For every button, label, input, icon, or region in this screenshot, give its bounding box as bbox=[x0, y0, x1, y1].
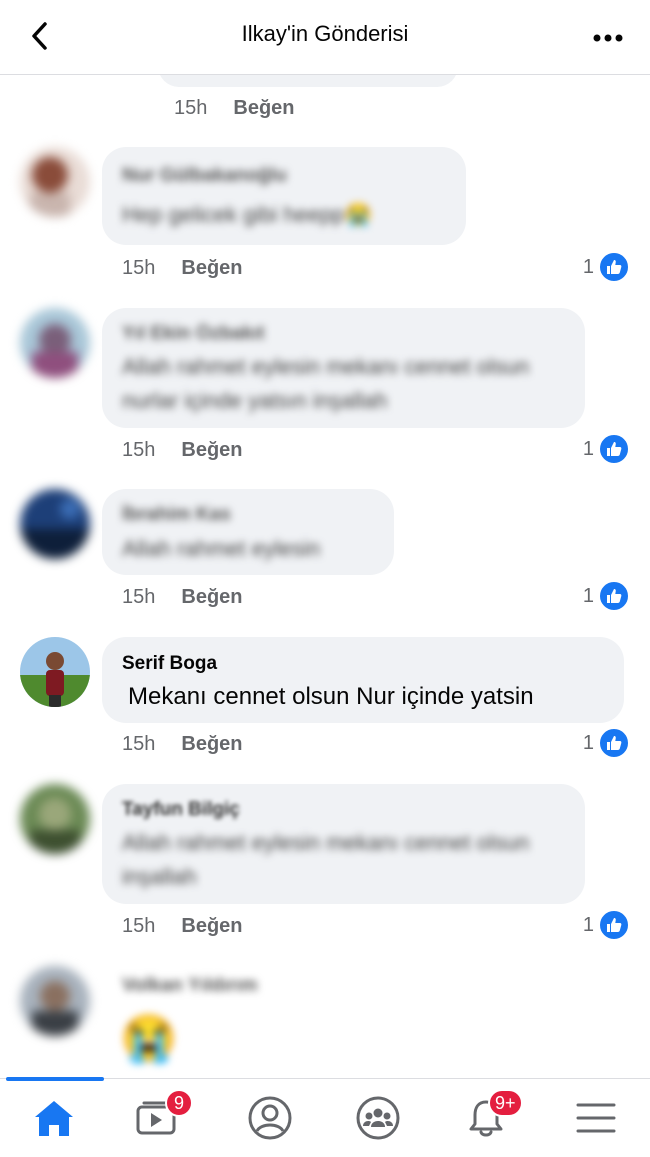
menu-icon bbox=[576, 1103, 616, 1133]
comment-text: Mekanı cennet olsun Nur içinde yatsin bbox=[128, 683, 534, 710]
tab-notifications[interactable]: 9+ bbox=[432, 1079, 540, 1157]
comment-meta: 15h Beğen bbox=[122, 257, 243, 280]
thumbs-up-icon bbox=[598, 580, 630, 612]
like-button[interactable]: Beğen bbox=[181, 915, 242, 937]
comment-meta: 15h Beğen bbox=[122, 439, 243, 462]
avatar[interactable] bbox=[20, 966, 90, 1036]
like-button[interactable]: Beğen bbox=[181, 733, 242, 755]
tab-watch[interactable]: 9 bbox=[102, 1079, 210, 1157]
profile-icon bbox=[248, 1096, 292, 1140]
avatar[interactable] bbox=[20, 637, 90, 707]
avatar[interactable] bbox=[20, 489, 90, 559]
like-button[interactable]: Beğen bbox=[233, 97, 294, 119]
like-button[interactable]: Beğen bbox=[181, 439, 242, 461]
tab-profile[interactable] bbox=[216, 1079, 324, 1157]
commenter-name[interactable]: İbrahim Kas bbox=[122, 504, 231, 526]
more-icon bbox=[593, 34, 623, 42]
notifications-badge: 9+ bbox=[488, 1089, 523, 1117]
comment-bubble[interactable]: Serif Boga Mekanı cennet olsun Nur içind… bbox=[102, 637, 624, 723]
avatar[interactable] bbox=[20, 147, 90, 217]
comment-time: 15h bbox=[122, 733, 156, 755]
comment-time: 15h bbox=[122, 915, 156, 937]
page-title: Ilkay'in Gönderisi bbox=[241, 21, 409, 46]
like-button[interactable]: Beğen bbox=[181, 586, 242, 608]
comment-text: Allah rahmet eylesin bbox=[122, 536, 321, 561]
tab-home[interactable] bbox=[0, 1079, 108, 1157]
commenter-name[interactable]: Nur Gülbakanoğlu bbox=[122, 165, 287, 187]
comment-bubble[interactable] bbox=[158, 75, 458, 87]
comment-text: Allah rahmet eylesin mekanı cennet olsun… bbox=[122, 830, 530, 889]
video-badge: 9 bbox=[165, 1089, 193, 1117]
like-button[interactable]: Beğen bbox=[181, 257, 242, 279]
commenter-name[interactable]: Tayfun Bilgiç bbox=[122, 799, 240, 821]
comment-bubble[interactable]: İbrahim Kas Allah rahmet eylesin bbox=[102, 489, 394, 575]
reaction-summary[interactable]: 1 bbox=[582, 433, 630, 465]
top-bar: Ilkay'in Gönderisi bbox=[0, 0, 650, 75]
tab-menu[interactable] bbox=[542, 1079, 650, 1157]
reaction-count: 1 bbox=[582, 437, 594, 460]
comment-time: 15h bbox=[174, 97, 208, 119]
bottom-tab-bar: 9 9+ bbox=[0, 1077, 650, 1157]
comment-meta: 15h Beğen bbox=[122, 733, 243, 756]
reaction-summary[interactable]: 1 bbox=[582, 251, 630, 283]
home-icon bbox=[35, 1101, 73, 1136]
reaction-count: 1 bbox=[582, 255, 594, 278]
reaction-count: 1 bbox=[582, 913, 594, 936]
avatar[interactable] bbox=[20, 308, 90, 378]
avatar[interactable] bbox=[20, 784, 90, 854]
thumbs-up-icon bbox=[598, 251, 630, 283]
reaction-count: 1 bbox=[582, 731, 594, 754]
comment-bubble[interactable]: Tayfun Bilgiç Allah rahmet eylesin mekan… bbox=[102, 784, 585, 904]
comment-meta: 15h Beğen bbox=[122, 915, 243, 938]
commenter-name[interactable]: Volkan Yıldırım bbox=[122, 975, 258, 997]
more-options-button[interactable] bbox=[592, 30, 624, 42]
reaction-summary[interactable]: 1 bbox=[582, 727, 630, 759]
comment-bubble[interactable]: Nur Gülbakanoğlu Hep gelicek gibi heepp😭 bbox=[102, 147, 466, 245]
comment-meta: 15h Beğen bbox=[174, 97, 295, 120]
reaction-count: 1 bbox=[582, 584, 594, 607]
comment-time: 15h bbox=[122, 257, 156, 279]
reaction-summary[interactable]: 1 bbox=[582, 580, 630, 612]
groups-icon bbox=[356, 1096, 400, 1140]
tab-groups[interactable] bbox=[324, 1079, 432, 1157]
thumbs-up-icon bbox=[598, 909, 630, 941]
comment-time: 15h bbox=[122, 439, 156, 461]
commenter-name[interactable]: Serif Boga bbox=[122, 653, 217, 675]
comment-time: 15h bbox=[122, 586, 156, 608]
comments-list: 15h Beğen Nur Gülbakanoğlu Hep gelicek gi… bbox=[0, 75, 650, 1078]
comment-bubble[interactable]: Yıl Ekin Özbakıt Allah rahmet eylesin me… bbox=[102, 308, 585, 428]
comment-meta: 15h Beğen bbox=[122, 586, 243, 609]
reaction-summary[interactable]: 1 bbox=[582, 909, 630, 941]
thumbs-up-icon bbox=[598, 727, 630, 759]
comment-text: 😭 bbox=[120, 1012, 178, 1064]
comment-text: Hep gelicek gibi heepp😭 bbox=[122, 202, 372, 227]
commenter-name[interactable]: Yıl Ekin Özbakıt bbox=[122, 323, 265, 345]
thumbs-up-icon bbox=[598, 433, 630, 465]
comment-text: Allah rahmet eylesin mekanı cennet olsun… bbox=[122, 354, 530, 413]
